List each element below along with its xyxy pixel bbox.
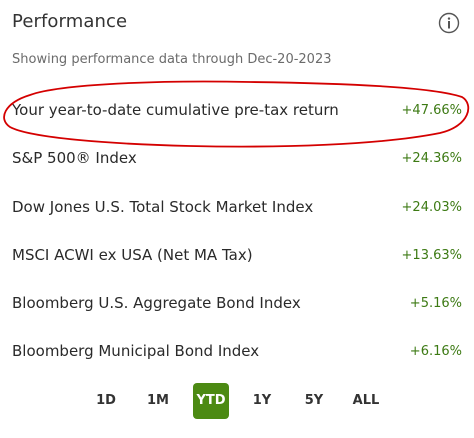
row-label: Bloomberg U.S. Aggregate Bond Index: [12, 294, 301, 312]
tab-1y[interactable]: 1Y: [244, 383, 280, 419]
performance-row-bloomberg-municipal: Bloomberg Municipal Bond Index +6.16%: [12, 339, 462, 363]
performance-row-msci-acwi: MSCI ACWI ex USA (Net MA Tax) +13.63%: [12, 243, 462, 267]
info-icon[interactable]: [438, 12, 460, 34]
row-value: +6.16%: [409, 343, 462, 359]
time-range-tabs: 1D 1M YTD 1Y 5Y ALL: [0, 383, 474, 419]
tab-ytd[interactable]: YTD: [193, 383, 229, 419]
row-value: +24.03%: [401, 199, 462, 215]
performance-row-dow-jones: Dow Jones U.S. Total Stock Market Index …: [12, 195, 462, 219]
row-label: S&P 500® Index: [12, 149, 137, 167]
tab-1m[interactable]: 1M: [140, 383, 176, 419]
page-title: Performance: [12, 11, 128, 32]
performance-row-your-return: Your year-to-date cumulative pre-tax ret…: [12, 98, 462, 122]
tab-1d[interactable]: 1D: [88, 383, 124, 419]
tab-all[interactable]: ALL: [348, 383, 384, 419]
performance-row-bloomberg-aggregate: Bloomberg U.S. Aggregate Bond Index +5.1…: [12, 291, 462, 315]
row-value: +13.63%: [401, 247, 462, 263]
row-value: +47.66%: [401, 102, 462, 118]
row-label: Bloomberg Municipal Bond Index: [12, 342, 260, 360]
row-label: MSCI ACWI ex USA (Net MA Tax): [12, 246, 253, 264]
row-label: Dow Jones U.S. Total Stock Market Index: [12, 198, 314, 216]
row-label: Your year-to-date cumulative pre-tax ret…: [12, 101, 339, 119]
row-value: +24.36%: [401, 150, 462, 166]
performance-row-sp500: S&P 500® Index +24.36%: [12, 146, 462, 170]
row-value: +5.16%: [409, 295, 462, 311]
performance-date-subtitle: Showing performance data through Dec-20-…: [12, 52, 332, 67]
tab-5y[interactable]: 5Y: [296, 383, 332, 419]
